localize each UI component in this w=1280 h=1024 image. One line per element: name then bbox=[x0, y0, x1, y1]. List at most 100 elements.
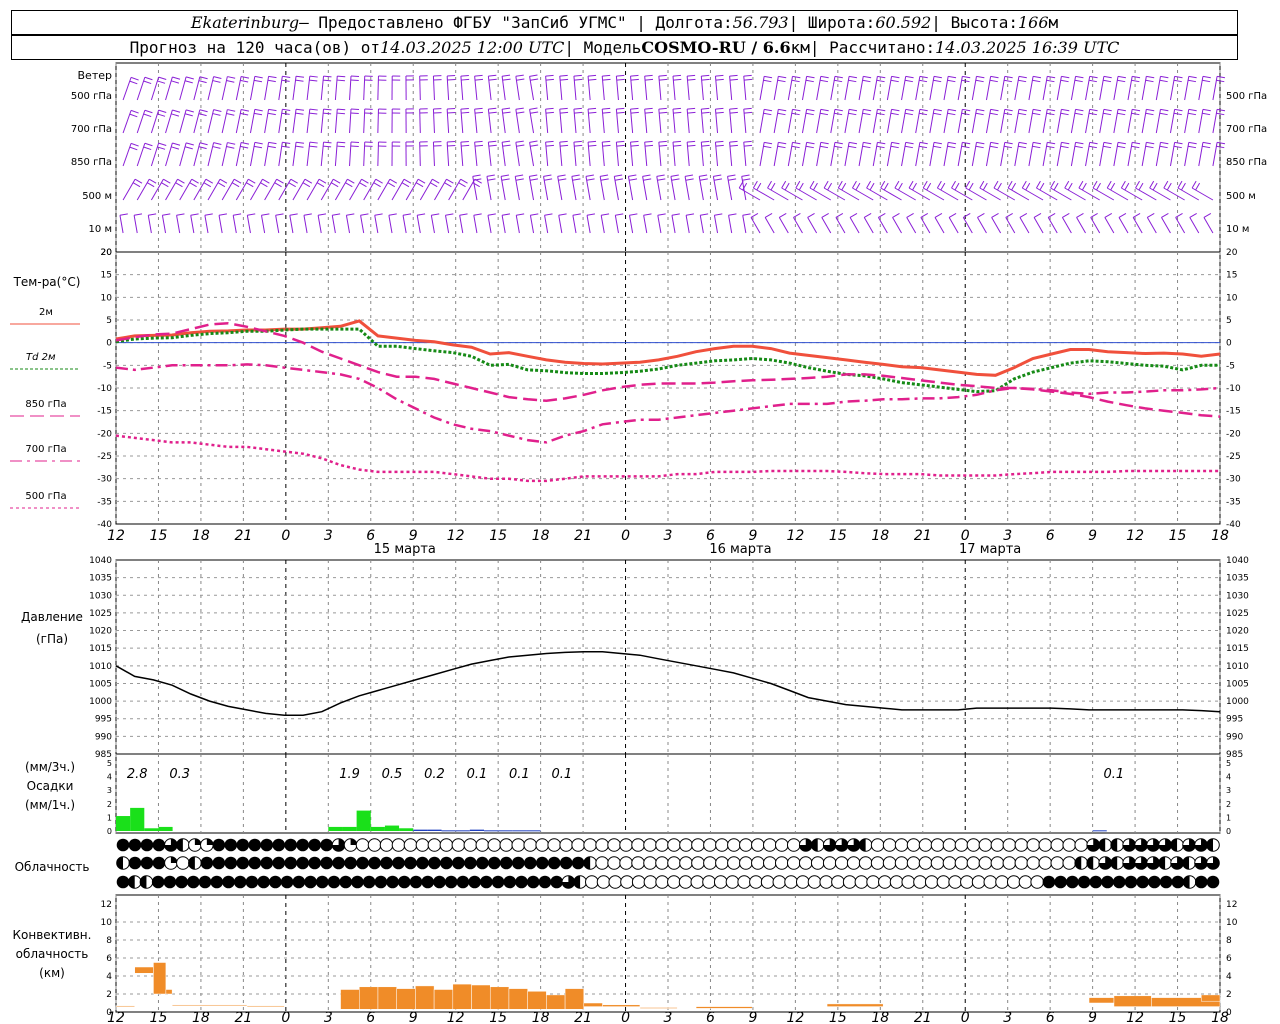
wind-barb-feather bbox=[821, 212, 829, 218]
wind-barb-feather bbox=[1089, 75, 1098, 79]
wind-barb bbox=[543, 174, 553, 201]
wind-barb-feather bbox=[213, 142, 222, 146]
cloud-circle-icon bbox=[889, 875, 904, 889]
cloud-circle-icon bbox=[936, 875, 951, 889]
wind-barb-feather bbox=[701, 74, 710, 77]
wind-barb-feather bbox=[474, 107, 483, 110]
convective-bar bbox=[564, 988, 585, 1010]
wind-barb bbox=[670, 174, 680, 201]
cloud-symbol bbox=[1026, 838, 1041, 852]
cloud-symbol bbox=[784, 875, 798, 889]
wind-barb-staff bbox=[764, 217, 775, 234]
wind-barb-feather bbox=[834, 112, 843, 116]
cloud-circle-icon bbox=[475, 838, 490, 852]
wind-barb-staff bbox=[787, 76, 793, 101]
wind-barb-feather bbox=[1061, 141, 1070, 145]
cloud-symbol bbox=[889, 875, 904, 889]
wind-barb bbox=[1141, 141, 1155, 167]
wind-barb-staff bbox=[943, 76, 949, 101]
cloud-symbol bbox=[1112, 875, 1126, 889]
hour-tick-label: 15 bbox=[150, 528, 168, 544]
axis-tick-label: -30 bbox=[1226, 475, 1241, 485]
wind-barb-feather bbox=[1081, 182, 1087, 191]
cloud-circle-icon bbox=[760, 875, 775, 889]
cloud-symbol bbox=[397, 875, 411, 889]
cloud-symbol bbox=[749, 875, 763, 889]
cloud-symbol bbox=[355, 838, 370, 852]
wind-barb-feather bbox=[1195, 182, 1201, 191]
cloud-symbol bbox=[655, 856, 669, 870]
wind-barb-feather bbox=[295, 145, 304, 148]
cloud-half-icon bbox=[176, 838, 183, 852]
wind-barb-feather bbox=[1088, 112, 1097, 116]
wind-barb bbox=[957, 75, 971, 101]
wind-barb bbox=[773, 141, 787, 167]
wind-barb bbox=[849, 212, 860, 234]
axis-tick-label: 4 bbox=[1226, 972, 1232, 982]
wind-barb-staff bbox=[377, 141, 379, 167]
wind-barb-feather bbox=[741, 174, 750, 177]
wind-barb-feather bbox=[171, 80, 180, 84]
cloud-circle-icon bbox=[784, 875, 798, 889]
wind-barb-feather bbox=[486, 174, 495, 177]
cloud-circle-icon bbox=[1050, 856, 1065, 870]
cloud-symbol bbox=[1074, 838, 1089, 852]
wind-barb bbox=[292, 108, 305, 134]
wind-barb-feather bbox=[1103, 108, 1112, 112]
wind-barb bbox=[1056, 75, 1070, 101]
cloud-circle-icon bbox=[870, 838, 885, 852]
cloud-overcast-icon bbox=[175, 875, 188, 889]
wind-barb-feather bbox=[487, 213, 496, 216]
cloud-symbol bbox=[487, 838, 502, 852]
wind-barb bbox=[759, 108, 773, 134]
wind-barb-feather bbox=[530, 144, 539, 147]
wind-barb bbox=[915, 75, 928, 101]
axis-tick-label: 0 bbox=[107, 827, 112, 836]
cloud-symbol bbox=[1054, 875, 1067, 889]
precip-bar bbox=[342, 826, 357, 831]
wind-barb-feather bbox=[529, 174, 538, 177]
cloud-circle-icon bbox=[596, 875, 611, 889]
wind-barb-feather bbox=[602, 140, 611, 143]
cloud-symbol bbox=[248, 838, 262, 852]
cloud-symbol bbox=[343, 838, 358, 852]
wind-level-label: 500 м bbox=[1226, 191, 1256, 202]
wind-barb-staff bbox=[801, 109, 808, 134]
wind-barb bbox=[573, 140, 583, 167]
wind-barb-feather bbox=[602, 111, 611, 114]
wind-barb-feather bbox=[417, 178, 426, 184]
wind-barb-feather bbox=[770, 182, 776, 191]
wind-barb-feather bbox=[1004, 141, 1013, 145]
axis-tick-label: 1035 bbox=[1226, 574, 1249, 584]
cloud-circle-icon bbox=[1050, 838, 1065, 852]
cloud-symbol bbox=[272, 838, 286, 852]
wind-barb-staff bbox=[886, 142, 893, 167]
wind-barb-feather bbox=[820, 112, 829, 116]
wind-barb-feather bbox=[588, 144, 597, 147]
wind-barb-staff bbox=[264, 76, 270, 101]
cloud-symbol bbox=[1122, 838, 1136, 852]
wind-barb-feather bbox=[630, 140, 639, 143]
wind-barb-feather bbox=[1131, 112, 1140, 116]
wind-barb-feather bbox=[248, 178, 256, 184]
axis-tick-label: 995 bbox=[1226, 715, 1243, 725]
wind-barb-feather bbox=[129, 80, 138, 85]
wind-barb-feather bbox=[863, 141, 872, 145]
wind-barb-feather bbox=[834, 145, 843, 149]
cloud-overcast-icon bbox=[344, 856, 357, 870]
wind-title: Ветер bbox=[78, 69, 112, 82]
cloud-circle-icon bbox=[727, 856, 741, 870]
wind-barb bbox=[349, 75, 360, 101]
wind-barb bbox=[985, 141, 999, 167]
wind-barb-feather bbox=[1075, 75, 1084, 79]
wind-barb-feather bbox=[791, 79, 800, 83]
wind-level-label: 10 м bbox=[1226, 224, 1249, 235]
cloud-symbol bbox=[948, 875, 962, 889]
wind-barb bbox=[643, 213, 652, 234]
cloud-overcast-icon bbox=[456, 875, 470, 889]
wind-barb-feather bbox=[659, 144, 668, 147]
axis-tick-label: 0 bbox=[1226, 827, 1231, 836]
cloud-circle-icon bbox=[983, 875, 998, 889]
cloud-symbol bbox=[139, 875, 154, 889]
cloud-symbol bbox=[1158, 856, 1172, 870]
